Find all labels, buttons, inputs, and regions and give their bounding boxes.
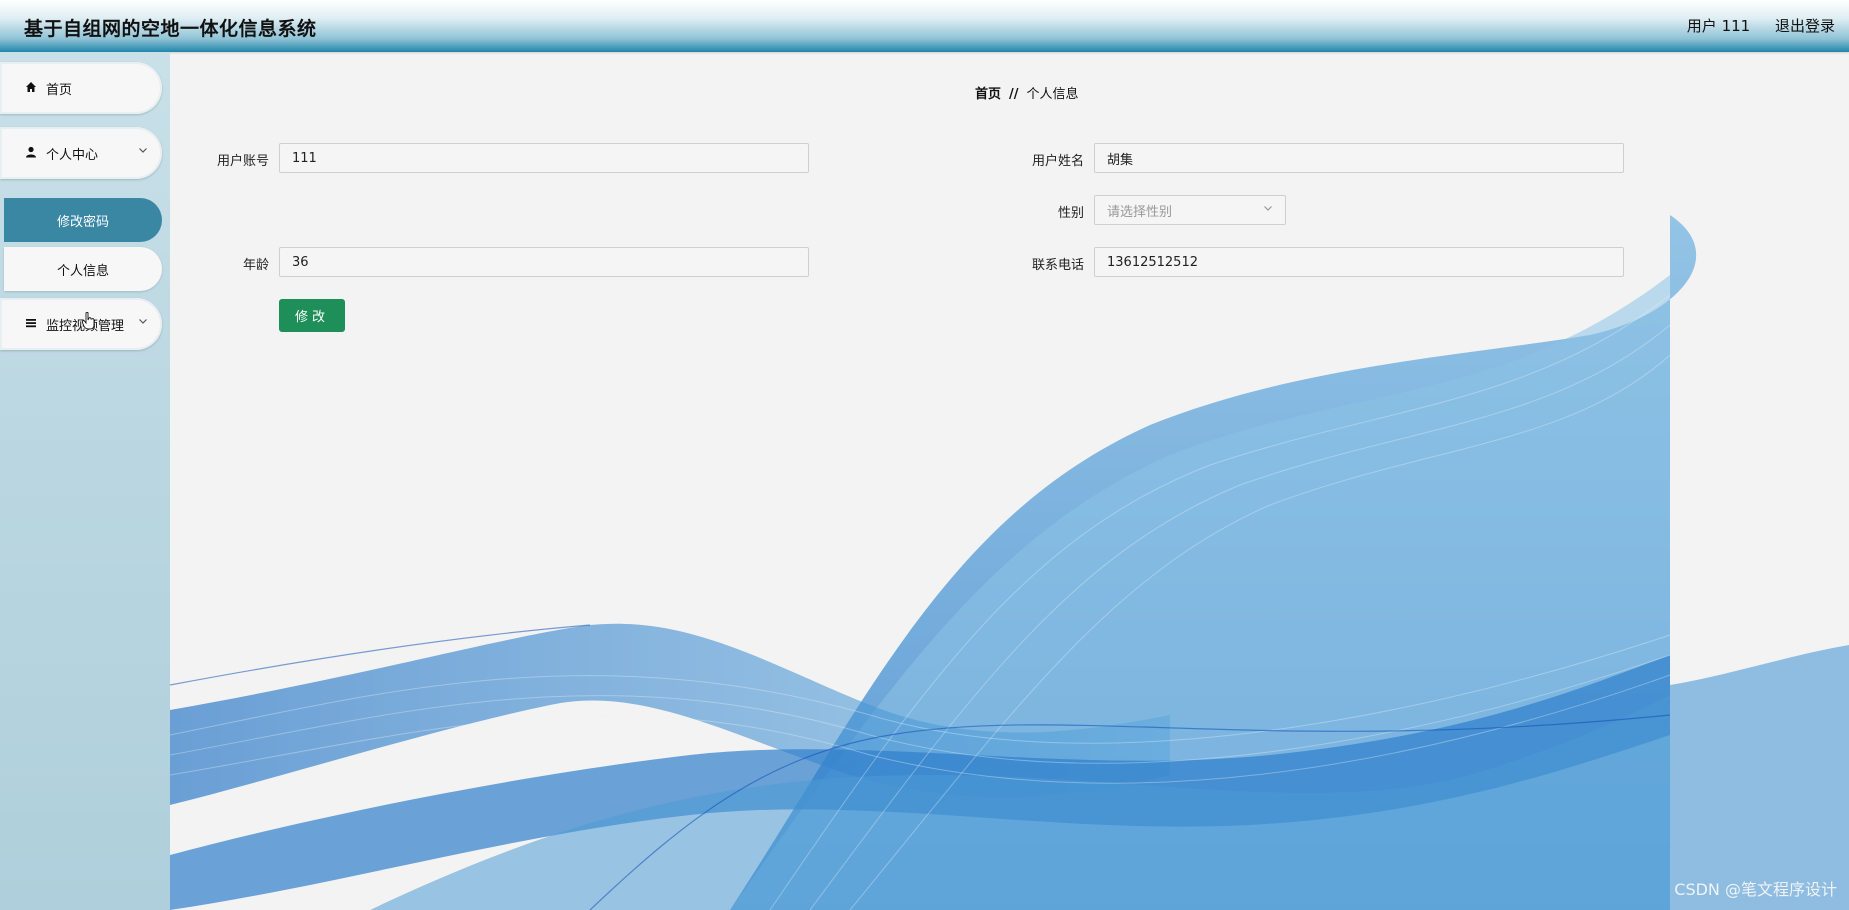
app-title: 基于自组网的空地一体化信息系统 xyxy=(24,18,317,40)
sidebar-subitem-personal-info[interactable]: 个人信息 xyxy=(4,247,162,291)
gender-select-placeholder: 请选择性别 xyxy=(1107,204,1173,220)
sidebar-subitem-change-password[interactable]: 修改密码 xyxy=(4,198,162,242)
submit-button[interactable]: 修改 xyxy=(279,299,345,332)
sidebar-item-monitor-video[interactable]: 监控视频管理 xyxy=(0,298,162,350)
name-label: 用户姓名 xyxy=(1031,154,1084,169)
account-input[interactable] xyxy=(279,143,809,173)
age-input[interactable] xyxy=(279,247,809,277)
user-icon xyxy=(24,146,38,161)
age-label: 年龄 xyxy=(242,258,269,273)
name-input[interactable] xyxy=(1094,143,1624,173)
header-user-area: 用户 111 退出登录 xyxy=(1667,15,1835,36)
sidebar-item-home[interactable]: 首页 xyxy=(0,62,162,114)
sidebar-item-label: 个人中心 xyxy=(46,147,99,163)
breadcrumb: 首页 // 个人信息 xyxy=(975,83,1079,102)
user-label: 用户 111 xyxy=(1686,17,1751,35)
sidebar-item-personal-center[interactable]: 个人中心 xyxy=(0,127,162,179)
chevron-down-icon xyxy=(138,316,148,329)
sidebar-item-label: 监控视频管理 xyxy=(46,318,125,334)
breadcrumb-current: 个人信息 xyxy=(1026,87,1079,102)
account-label: 用户账号 xyxy=(216,154,269,169)
gender-label: 性别 xyxy=(1057,206,1084,221)
sidebar: 首页 个人中心 修改密码 个人信息 监控视频管理 xyxy=(0,52,170,910)
breadcrumb-home[interactable]: 首页 xyxy=(975,87,1001,102)
top-header: 基于自组网的空地一体化信息系统 用户 111 退出登录 xyxy=(0,0,1849,52)
chevron-down-icon xyxy=(138,145,148,158)
list-icon xyxy=(24,317,38,332)
watermark: CSDN @笔文程序设计 xyxy=(1674,880,1837,899)
chevron-down-icon xyxy=(1263,203,1273,216)
phone-input[interactable] xyxy=(1094,247,1624,277)
home-icon xyxy=(24,81,38,96)
gender-select[interactable]: 请选择性别 xyxy=(1094,195,1286,225)
sidebar-subitem-label: 修改密码 xyxy=(56,214,109,230)
logout-link[interactable]: 退出登录 xyxy=(1775,17,1835,35)
breadcrumb-separator: // xyxy=(1009,87,1019,102)
sidebar-subitem-label: 个人信息 xyxy=(56,263,109,279)
sidebar-item-label: 首页 xyxy=(46,82,73,98)
wave-background xyxy=(170,215,1849,910)
phone-label: 联系电话 xyxy=(1031,258,1084,273)
